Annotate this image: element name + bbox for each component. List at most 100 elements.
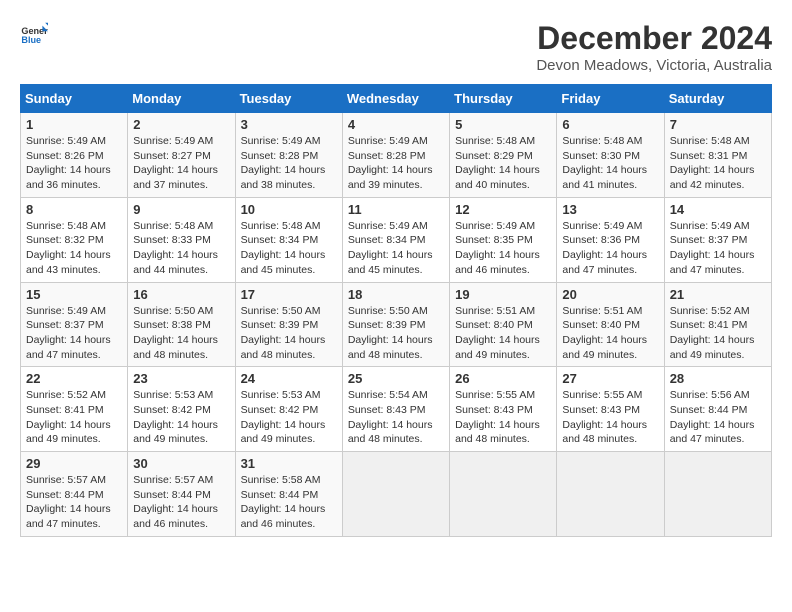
col-tuesday: Tuesday [235,85,342,113]
calendar-cell: 29 Sunrise: 5:57 AM Sunset: 8:44 PM Dayl… [21,452,128,537]
day-number: 3 [241,117,337,132]
calendar-cell [450,452,557,537]
day-info: Sunrise: 5:49 AM Sunset: 8:37 PM Dayligh… [26,304,122,363]
logo: General Blue [20,20,48,48]
calendar-cell: 20 Sunrise: 5:51 AM Sunset: 8:40 PM Dayl… [557,282,664,367]
day-info: Sunrise: 5:50 AM Sunset: 8:38 PM Dayligh… [133,304,229,363]
day-number: 23 [133,371,229,386]
day-number: 10 [241,202,337,217]
svg-text:Blue: Blue [21,35,41,45]
calendar-table: Sunday Monday Tuesday Wednesday Thursday… [20,84,772,537]
calendar-week-1: 1 Sunrise: 5:49 AM Sunset: 8:26 PM Dayli… [21,113,772,198]
day-info: Sunrise: 5:57 AM Sunset: 8:44 PM Dayligh… [26,473,122,532]
day-number: 2 [133,117,229,132]
calendar-cell [342,452,449,537]
col-friday: Friday [557,85,664,113]
day-number: 16 [133,287,229,302]
calendar-week-5: 29 Sunrise: 5:57 AM Sunset: 8:44 PM Dayl… [21,452,772,537]
day-info: Sunrise: 5:49 AM Sunset: 8:27 PM Dayligh… [133,134,229,193]
col-sunday: Sunday [21,85,128,113]
day-info: Sunrise: 5:50 AM Sunset: 8:39 PM Dayligh… [241,304,337,363]
calendar-cell: 23 Sunrise: 5:53 AM Sunset: 8:42 PM Dayl… [128,367,235,452]
day-info: Sunrise: 5:48 AM Sunset: 8:34 PM Dayligh… [241,219,337,278]
day-number: 12 [455,202,551,217]
calendar-cell: 18 Sunrise: 5:50 AM Sunset: 8:39 PM Dayl… [342,282,449,367]
day-number: 28 [670,371,766,386]
day-info: Sunrise: 5:48 AM Sunset: 8:30 PM Dayligh… [562,134,658,193]
day-number: 24 [241,371,337,386]
day-number: 30 [133,456,229,471]
calendar-week-4: 22 Sunrise: 5:52 AM Sunset: 8:41 PM Dayl… [21,367,772,452]
day-info: Sunrise: 5:48 AM Sunset: 8:32 PM Dayligh… [26,219,122,278]
day-info: Sunrise: 5:49 AM Sunset: 8:35 PM Dayligh… [455,219,551,278]
day-info: Sunrise: 5:56 AM Sunset: 8:44 PM Dayligh… [670,388,766,447]
calendar-cell: 28 Sunrise: 5:56 AM Sunset: 8:44 PM Dayl… [664,367,771,452]
calendar-cell: 4 Sunrise: 5:49 AM Sunset: 8:28 PM Dayli… [342,113,449,198]
calendar-cell: 25 Sunrise: 5:54 AM Sunset: 8:43 PM Dayl… [342,367,449,452]
day-number: 19 [455,287,551,302]
day-number: 7 [670,117,766,132]
day-number: 4 [348,117,444,132]
day-info: Sunrise: 5:55 AM Sunset: 8:43 PM Dayligh… [562,388,658,447]
day-info: Sunrise: 5:49 AM Sunset: 8:28 PM Dayligh… [348,134,444,193]
day-number: 5 [455,117,551,132]
day-info: Sunrise: 5:48 AM Sunset: 8:31 PM Dayligh… [670,134,766,193]
calendar-cell: 11 Sunrise: 5:49 AM Sunset: 8:34 PM Dayl… [342,197,449,282]
day-info: Sunrise: 5:49 AM Sunset: 8:26 PM Dayligh… [26,134,122,193]
header: General Blue December 2024 Devon Meadows… [20,20,772,74]
day-number: 6 [562,117,658,132]
day-number: 22 [26,371,122,386]
calendar-cell: 26 Sunrise: 5:55 AM Sunset: 8:43 PM Dayl… [450,367,557,452]
day-number: 27 [562,371,658,386]
day-info: Sunrise: 5:50 AM Sunset: 8:39 PM Dayligh… [348,304,444,363]
day-info: Sunrise: 5:55 AM Sunset: 8:43 PM Dayligh… [455,388,551,447]
logo-icon: General Blue [20,20,48,48]
day-number: 29 [26,456,122,471]
calendar-cell: 30 Sunrise: 5:57 AM Sunset: 8:44 PM Dayl… [128,452,235,537]
day-number: 1 [26,117,122,132]
col-wednesday: Wednesday [342,85,449,113]
header-row: Sunday Monday Tuesday Wednesday Thursday… [21,85,772,113]
day-number: 15 [26,287,122,302]
calendar-cell: 19 Sunrise: 5:51 AM Sunset: 8:40 PM Dayl… [450,282,557,367]
day-info: Sunrise: 5:52 AM Sunset: 8:41 PM Dayligh… [670,304,766,363]
day-info: Sunrise: 5:49 AM Sunset: 8:34 PM Dayligh… [348,219,444,278]
day-number: 31 [241,456,337,471]
day-info: Sunrise: 5:51 AM Sunset: 8:40 PM Dayligh… [455,304,551,363]
calendar-cell: 22 Sunrise: 5:52 AM Sunset: 8:41 PM Dayl… [21,367,128,452]
page-title: December 2024 [536,20,772,57]
day-number: 17 [241,287,337,302]
day-number: 11 [348,202,444,217]
day-number: 8 [26,202,122,217]
day-info: Sunrise: 5:53 AM Sunset: 8:42 PM Dayligh… [133,388,229,447]
day-info: Sunrise: 5:49 AM Sunset: 8:37 PM Dayligh… [670,219,766,278]
calendar-cell: 14 Sunrise: 5:49 AM Sunset: 8:37 PM Dayl… [664,197,771,282]
calendar-cell: 10 Sunrise: 5:48 AM Sunset: 8:34 PM Dayl… [235,197,342,282]
calendar-cell: 27 Sunrise: 5:55 AM Sunset: 8:43 PM Dayl… [557,367,664,452]
calendar-week-3: 15 Sunrise: 5:49 AM Sunset: 8:37 PM Dayl… [21,282,772,367]
day-info: Sunrise: 5:54 AM Sunset: 8:43 PM Dayligh… [348,388,444,447]
calendar-cell [664,452,771,537]
calendar-cell: 7 Sunrise: 5:48 AM Sunset: 8:31 PM Dayli… [664,113,771,198]
calendar-cell: 3 Sunrise: 5:49 AM Sunset: 8:28 PM Dayli… [235,113,342,198]
day-info: Sunrise: 5:48 AM Sunset: 8:33 PM Dayligh… [133,219,229,278]
day-info: Sunrise: 5:51 AM Sunset: 8:40 PM Dayligh… [562,304,658,363]
calendar-cell: 12 Sunrise: 5:49 AM Sunset: 8:35 PM Dayl… [450,197,557,282]
day-number: 25 [348,371,444,386]
day-info: Sunrise: 5:49 AM Sunset: 8:36 PM Dayligh… [562,219,658,278]
day-number: 13 [562,202,658,217]
calendar-cell: 17 Sunrise: 5:50 AM Sunset: 8:39 PM Dayl… [235,282,342,367]
col-saturday: Saturday [664,85,771,113]
day-info: Sunrise: 5:52 AM Sunset: 8:41 PM Dayligh… [26,388,122,447]
calendar-cell: 31 Sunrise: 5:58 AM Sunset: 8:44 PM Dayl… [235,452,342,537]
calendar-cell: 6 Sunrise: 5:48 AM Sunset: 8:30 PM Dayli… [557,113,664,198]
day-info: Sunrise: 5:57 AM Sunset: 8:44 PM Dayligh… [133,473,229,532]
day-info: Sunrise: 5:58 AM Sunset: 8:44 PM Dayligh… [241,473,337,532]
day-number: 18 [348,287,444,302]
day-number: 20 [562,287,658,302]
col-thursday: Thursday [450,85,557,113]
day-number: 14 [670,202,766,217]
calendar-cell: 13 Sunrise: 5:49 AM Sunset: 8:36 PM Dayl… [557,197,664,282]
page-subtitle: Devon Meadows, Victoria, Australia [536,57,772,74]
calendar-cell: 16 Sunrise: 5:50 AM Sunset: 8:38 PM Dayl… [128,282,235,367]
